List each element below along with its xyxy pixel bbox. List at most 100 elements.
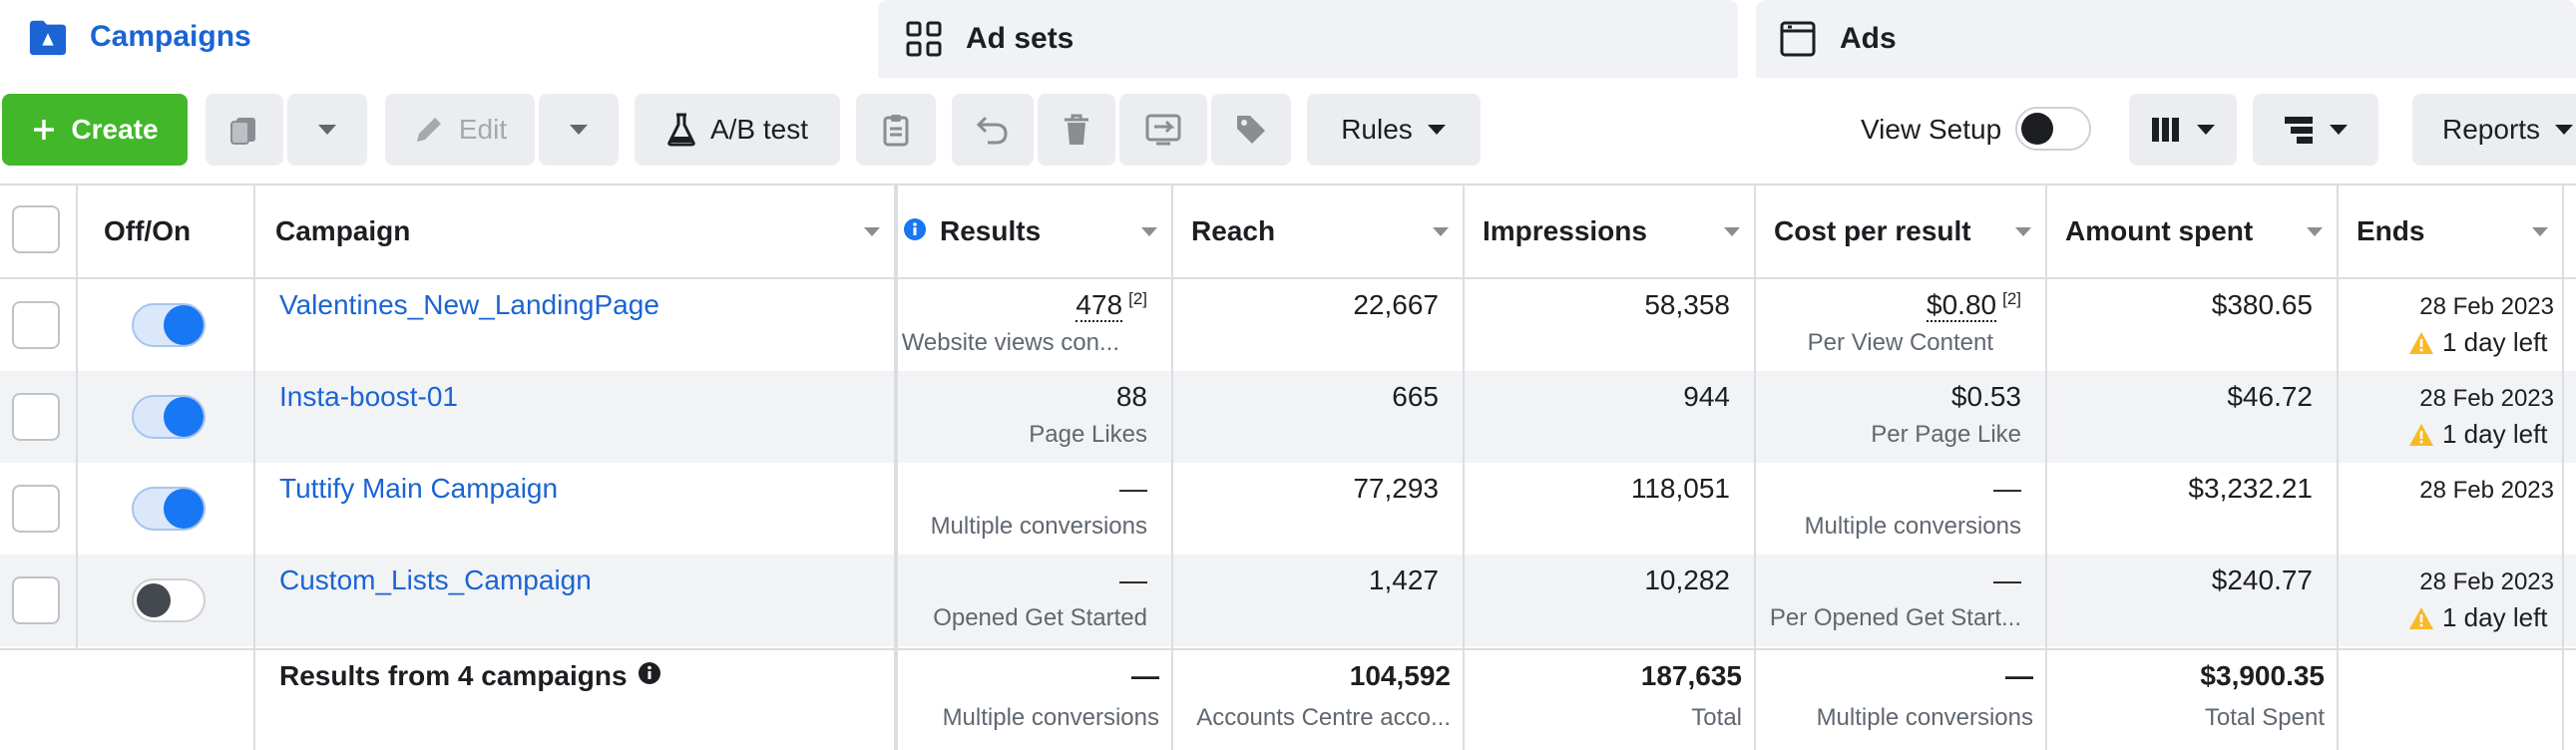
- row-checkbox[interactable]: [12, 576, 60, 624]
- column-divider: [76, 184, 78, 648]
- warning-icon: [2408, 331, 2434, 355]
- toggle-knob: [164, 305, 204, 345]
- duplicate-button[interactable]: [206, 94, 283, 166]
- spent-value: $3,232.21: [2188, 473, 2313, 504]
- results-subtext: Page Likes: [1029, 421, 1147, 448]
- ends-date: 28 Feb 2023: [2419, 293, 2554, 320]
- tab-adsets[interactable]: Ad sets: [878, 0, 1738, 78]
- sort-caret-icon: [1724, 227, 1740, 236]
- attribution-note: [2]: [2002, 289, 2021, 308]
- edit-dropdown-button[interactable]: [539, 94, 619, 166]
- totals-spent-subtext: Total Spent: [2204, 704, 2325, 731]
- cost-value: —: [1993, 473, 2021, 504]
- warning-icon: [2408, 606, 2434, 630]
- campaign-toggle-on[interactable]: [132, 487, 206, 531]
- duplicate-dropdown-button[interactable]: [287, 94, 367, 166]
- row-checkbox[interactable]: [12, 393, 60, 441]
- column-header-ends[interactable]: Ends: [2339, 186, 2564, 277]
- table-row[interactable]: Valentines_New_LandingPage 478 [2] Websit…: [0, 279, 2576, 371]
- breakdown-button[interactable]: [2253, 94, 2378, 166]
- grid-icon: [904, 19, 944, 59]
- sort-caret-icon: [2532, 227, 2548, 236]
- tag-button[interactable]: [1211, 94, 1291, 166]
- ends-date: 28 Feb 2023: [2419, 568, 2554, 595]
- column-divider: [1171, 184, 1173, 750]
- table-row[interactable]: Custom_Lists_Campaign — Opened Get Start…: [0, 555, 2576, 646]
- campaign-toggle-on[interactable]: [132, 395, 206, 439]
- select-all-checkbox[interactable]: [12, 205, 60, 253]
- tab-campaigns[interactable]: Campaigns: [0, 0, 860, 78]
- view-setup-label: View Setup: [1861, 114, 2002, 145]
- table-row[interactable]: Insta-boost-01 88 Page Likes 665 944 $0.…: [0, 371, 2576, 463]
- columns-button[interactable]: [2129, 94, 2237, 166]
- view-setup-toggle[interactable]: [2015, 107, 2091, 151]
- rules-button[interactable]: Rules: [1307, 94, 1481, 166]
- column-header-results[interactable]: Results: [896, 186, 1173, 277]
- results-subtext: Multiple conversions: [930, 513, 1147, 540]
- totals-row: Results from 4 campaigns — Multiple conv…: [0, 648, 2576, 750]
- table-row[interactable]: Tuttify Main Campaign — Multiple convers…: [0, 463, 2576, 555]
- tab-campaigns-label: Campaigns: [90, 20, 251, 53]
- column-label: Results: [940, 215, 1042, 246]
- tab-ads[interactable]: Ads: [1756, 0, 2576, 78]
- spent-value: $46.72: [2227, 381, 2313, 412]
- clipboard-button[interactable]: [856, 94, 936, 166]
- cost-number[interactable]: $0.80: [1927, 289, 1997, 323]
- info-icon[interactable]: [638, 660, 661, 692]
- campaign-name-link[interactable]: Valentines_New_LandingPage: [279, 289, 659, 321]
- results-number[interactable]: 478: [1075, 289, 1123, 323]
- campaign-name-link[interactable]: Tuttify Main Campaign: [279, 473, 558, 505]
- totals-results-subtext: Multiple conversions: [942, 704, 1159, 731]
- reach-value: 1,427: [1368, 564, 1439, 595]
- table-header: Off/On Campaign Results Reach Impression…: [0, 184, 2576, 279]
- column-header-amount-spent[interactable]: Amount spent: [2047, 186, 2339, 277]
- ends-warning-text: 1 day left: [2442, 327, 2548, 357]
- cost-value: $0.80 [2]: [1756, 289, 2021, 323]
- caret-down-icon: [2329, 124, 2349, 136]
- campaign-toggle-off[interactable]: [132, 578, 206, 622]
- warning-icon: [2408, 423, 2434, 447]
- edit-button[interactable]: Edit: [385, 94, 535, 166]
- totals-cost-subtext: Multiple conversions: [1816, 704, 2033, 731]
- level-tabs: Campaigns Ad sets Ads: [0, 0, 2576, 78]
- ab-test-button[interactable]: A/B test: [635, 94, 840, 166]
- row-checkbox[interactable]: [12, 485, 60, 533]
- column-header-campaign[interactable]: Campaign: [257, 186, 896, 277]
- sort-caret-icon: [2015, 227, 2031, 236]
- export-button[interactable]: [1119, 94, 1207, 166]
- column-label: Campaign: [275, 215, 411, 246]
- create-button[interactable]: Create: [2, 94, 188, 166]
- row-checkbox[interactable]: [12, 301, 60, 349]
- column-header-impressions[interactable]: Impressions: [1465, 186, 1756, 277]
- undo-button[interactable]: [952, 94, 1034, 166]
- ends-warning-text: 1 day left: [2442, 602, 2548, 632]
- column-divider: [1463, 184, 1465, 750]
- column-header-offon[interactable]: Off/On: [86, 186, 253, 277]
- tab-ads-label: Ads: [1840, 22, 1897, 55]
- trash-icon: [1062, 113, 1091, 147]
- export-icon: [1144, 113, 1182, 147]
- delete-button[interactable]: [1038, 94, 1115, 166]
- info-icon: [904, 215, 926, 247]
- impressions-value: 58,358: [1644, 289, 1730, 320]
- campaign-name-link[interactable]: Insta-boost-01: [279, 381, 458, 413]
- column-divider: [2045, 184, 2047, 750]
- column-header-reach[interactable]: Reach: [1173, 186, 1465, 277]
- ends-date: 28 Feb 2023: [2419, 385, 2554, 412]
- ends-warning: 1 day left: [2408, 419, 2548, 450]
- column-header-cost-per-result[interactable]: Cost per result: [1756, 186, 2047, 277]
- caret-down-icon: [2554, 124, 2574, 136]
- ad-window-icon: [1778, 19, 1818, 59]
- reports-button[interactable]: Reports: [2412, 94, 2576, 166]
- cost-subtext: Per View Content: [1807, 329, 1993, 356]
- tag-icon: [1234, 113, 1268, 147]
- totals-label-text: Results from 4 campaigns: [279, 660, 628, 691]
- flask-icon: [666, 113, 696, 147]
- campaign-toggle-on[interactable]: [132, 303, 206, 347]
- reach-value: 77,293: [1353, 473, 1439, 504]
- spent-value: $240.77: [2211, 564, 2313, 595]
- campaign-name-link[interactable]: Custom_Lists_Campaign: [279, 564, 592, 596]
- column-label: Cost per result: [1774, 215, 1971, 246]
- column-label: Off/On: [104, 215, 192, 246]
- toggle-knob: [2021, 113, 2053, 145]
